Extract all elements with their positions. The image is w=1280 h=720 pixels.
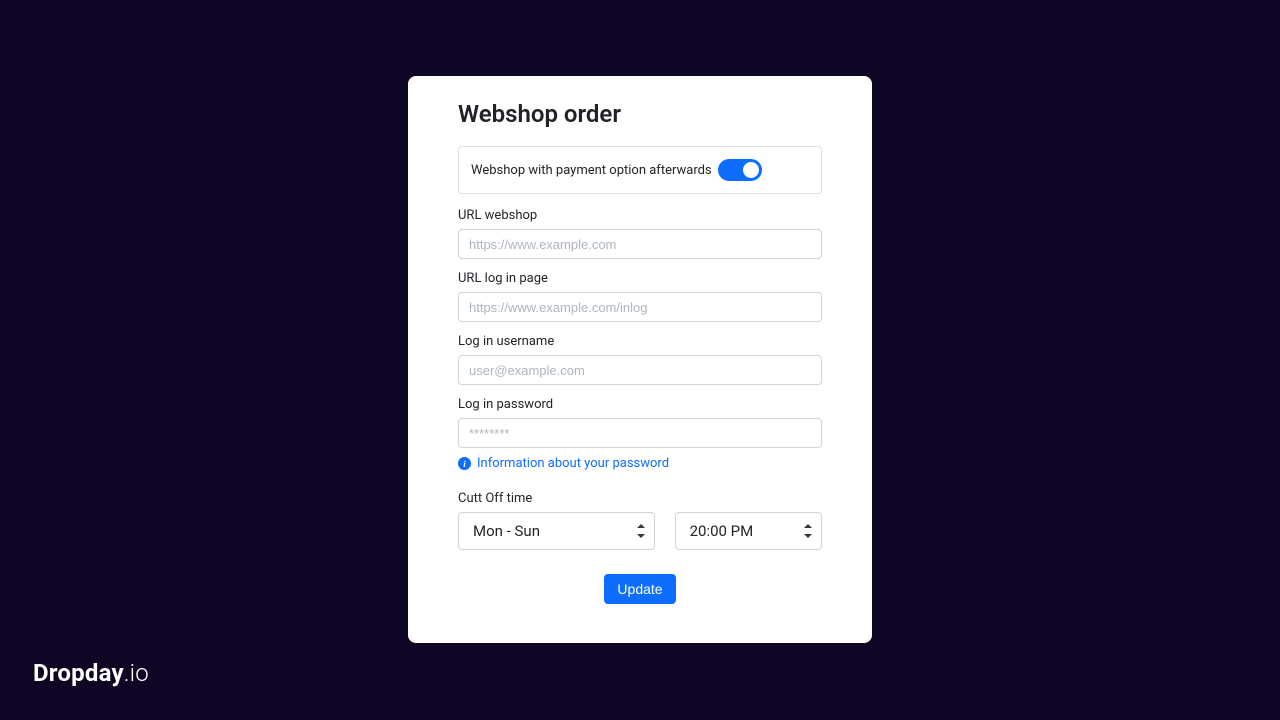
brand-logo: Dropday.io bbox=[33, 659, 149, 687]
payment-afterwards-toggle-row: Webshop with payment option afterwards bbox=[458, 146, 822, 194]
cutoff-time-wrap: 20:00 PM bbox=[675, 512, 822, 550]
username-label: Log in username bbox=[458, 334, 822, 349]
password-label: Log in password bbox=[458, 397, 822, 412]
url-login-input[interactable] bbox=[458, 292, 822, 322]
username-input[interactable] bbox=[458, 355, 822, 385]
payment-afterwards-toggle[interactable] bbox=[718, 159, 762, 181]
brand-bold: Dropday bbox=[33, 659, 124, 687]
payment-afterwards-label: Webshop with payment option afterwards bbox=[471, 163, 712, 178]
cutoff-label: Cutt Off time bbox=[458, 491, 822, 506]
password-input[interactable] bbox=[458, 418, 822, 448]
url-webshop-label: URL webshop bbox=[458, 208, 822, 223]
cutoff-day-select[interactable]: Mon - Sun bbox=[458, 512, 655, 550]
cutoff-time-value: 20:00 PM bbox=[690, 522, 754, 540]
brand-light: .io bbox=[124, 659, 149, 687]
cutoff-row: Mon - Sun 20:00 PM bbox=[458, 512, 822, 550]
webshop-order-card: Webshop order Webshop with payment optio… bbox=[408, 76, 872, 643]
info-circle-icon: i bbox=[458, 457, 471, 470]
password-info-text: Information about your password bbox=[477, 456, 669, 471]
cutoff-time-select[interactable]: 20:00 PM bbox=[675, 512, 822, 550]
url-webshop-input[interactable] bbox=[458, 229, 822, 259]
submit-row: Update bbox=[458, 574, 822, 604]
update-button[interactable]: Update bbox=[604, 574, 675, 604]
url-login-label: URL log in page bbox=[458, 271, 822, 286]
password-info-link[interactable]: i Information about your password bbox=[458, 456, 822, 471]
toggle-knob bbox=[743, 162, 759, 178]
page-title: Webshop order bbox=[458, 100, 822, 128]
cutoff-day-wrap: Mon - Sun bbox=[458, 512, 655, 550]
cutoff-day-value: Mon - Sun bbox=[473, 522, 540, 540]
